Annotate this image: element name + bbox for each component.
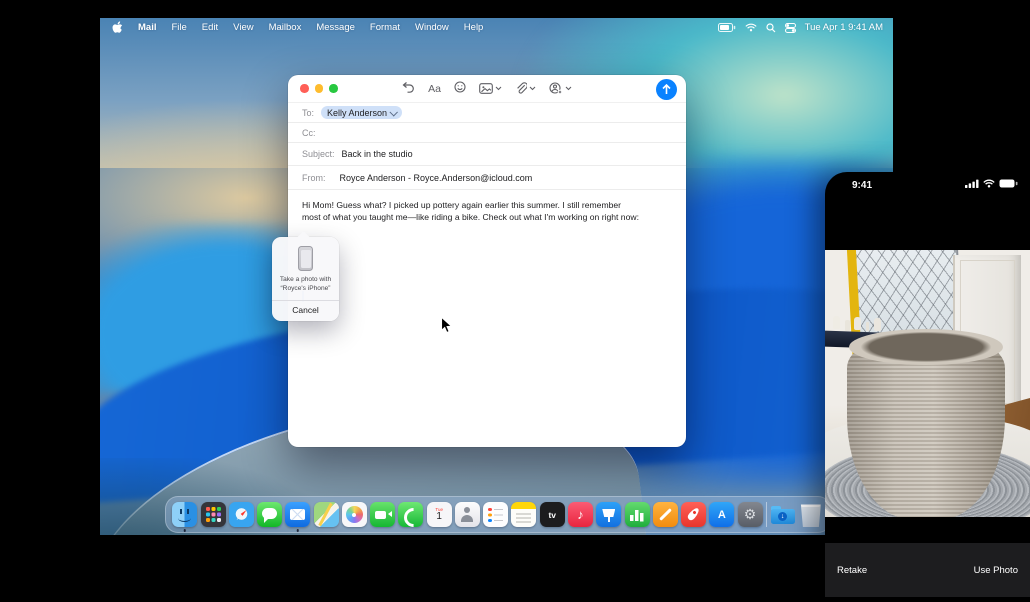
dock: Tue 1 tv ♪ A ⚙ ↓ <box>165 496 831 533</box>
chevron-down-icon <box>565 86 572 91</box>
dock-icon-pages[interactable] <box>653 502 678 527</box>
camera-photo-preview <box>825 250 1030 517</box>
format-text-button[interactable]: Aa <box>428 83 441 95</box>
download-arrow-icon: ↓ <box>778 512 787 521</box>
dock-icon-safari[interactable] <box>229 502 254 527</box>
mouse-cursor <box>440 316 453 340</box>
zoom-window-button[interactable] <box>329 84 338 93</box>
dock-icon-downloads[interactable]: ↓ <box>770 502 795 527</box>
battery-icon <box>999 179 1018 191</box>
dock-icon-games[interactable] <box>681 502 706 527</box>
recipient-token[interactable]: Kelly Anderson <box>321 106 402 119</box>
chevron-down-icon <box>495 86 502 91</box>
menu-item-help[interactable]: Help <box>464 22 484 33</box>
popover-line1: Take a photo with <box>276 276 335 285</box>
appstore-logo-label: A <box>718 509 726 521</box>
dock-icon-settings[interactable]: ⚙ <box>738 502 763 527</box>
insert-from-device-button[interactable] <box>549 82 572 95</box>
to-label: To: <box>302 108 314 118</box>
send-arrow-icon <box>662 84 671 95</box>
photo-browser-button[interactable] <box>479 83 502 94</box>
menu-bar-clock[interactable]: Tue Apr 1 9:41 AM <box>805 22 883 33</box>
subject-field[interactable]: Subject: Back in the studio <box>288 142 686 165</box>
dock-icon-contacts[interactable] <box>455 502 480 527</box>
iphone-device-icon <box>298 246 313 271</box>
wifi-icon <box>983 179 995 191</box>
screenshot-root: { "menu_bar": { "items": ["Mail", "File"… <box>0 0 1030 602</box>
chevron-down-icon <box>529 86 536 91</box>
pottery-vases <box>833 316 840 329</box>
iphone-status-bar: 9:41 <box>825 179 1030 191</box>
dock-icon-tv[interactable]: tv <box>540 502 565 527</box>
cc-label: Cc: <box>302 128 316 138</box>
menu-item-mail[interactable]: Mail <box>138 22 156 33</box>
dock-icon-music[interactable]: ♪ <box>568 502 593 527</box>
dock-icon-messages[interactable] <box>257 502 282 527</box>
dock-icon-facetime[interactable] <box>370 502 395 527</box>
close-window-button[interactable] <box>300 84 309 93</box>
dock-icon-mail[interactable] <box>285 502 310 527</box>
dock-icon-reminders[interactable] <box>483 502 508 527</box>
photo-action-bar: Retake Use Photo <box>825 543 1030 597</box>
from-field[interactable]: From: Royce Anderson - Royce.Anderson@ic… <box>288 165 686 190</box>
menu-item-format[interactable]: Format <box>370 22 400 33</box>
menu-item-message[interactable]: Message <box>316 22 355 33</box>
menu-bar: Mail File Edit View Mailbox Message Form… <box>100 18 893 37</box>
dock-icon-apps[interactable] <box>201 502 226 527</box>
dock-icon-notes[interactable] <box>511 502 536 527</box>
clay-bowl <box>847 332 1005 517</box>
cancel-button[interactable]: Cancel <box>272 301 339 321</box>
recipient-name: Kelly Anderson <box>327 108 387 118</box>
chevron-down-icon <box>390 108 398 116</box>
running-indicator <box>184 529 187 532</box>
to-field[interactable]: To: Kelly Anderson <box>288 102 686 122</box>
send-button[interactable] <box>656 79 677 100</box>
spotlight-search-icon[interactable] <box>766 23 776 33</box>
menu-item-window[interactable]: Window <box>415 22 449 33</box>
undo-icon[interactable] <box>402 80 415 98</box>
attach-file-button[interactable] <box>515 82 536 95</box>
dock-icon-maps[interactable] <box>314 502 339 527</box>
popover-line2: “Royce's iPhone” <box>276 285 335 294</box>
dock-separator <box>766 502 767 527</box>
compose-titlebar[interactable]: Aa <box>288 75 686 102</box>
from-value: Royce Anderson - Royce.Anderson@icloud.c… <box>340 173 533 183</box>
running-indicator <box>297 529 300 532</box>
from-label: From: <box>302 173 326 183</box>
subject-label: Subject: <box>302 149 335 159</box>
iphone-camera-panel: 9:41 Retake Use Photo <box>825 172 1030 602</box>
battery-icon[interactable] <box>718 23 736 32</box>
control-center-icon[interactable] <box>785 23 796 33</box>
gear-icon: ⚙ <box>744 506 757 523</box>
cc-field[interactable]: Cc: <box>288 122 686 142</box>
message-body[interactable]: Hi Mom! Guess what? I picked up pottery … <box>288 190 656 223</box>
take-photo-popover: Take a photo with “Royce's iPhone” Cance… <box>272 237 339 321</box>
dock-icon-phone[interactable] <box>398 502 423 527</box>
cellular-signal-icon <box>965 179 979 191</box>
calendar-day-label: 1 <box>436 512 442 522</box>
music-note-icon: ♪ <box>577 507 584 522</box>
minimize-window-button[interactable] <box>315 84 324 93</box>
mail-compose-window: Aa T <box>288 75 686 447</box>
use-photo-button[interactable]: Use Photo <box>974 565 1018 576</box>
menu-item-file[interactable]: File <box>171 22 186 33</box>
apple-menu-icon[interactable] <box>112 21 123 34</box>
menu-item-view[interactable]: View <box>233 22 253 33</box>
retake-button[interactable]: Retake <box>837 565 867 576</box>
dock-icon-keynote[interactable] <box>596 502 621 527</box>
dock-icon-calendar[interactable]: Tue 1 <box>427 502 452 527</box>
emoji-picker-icon[interactable] <box>454 80 466 98</box>
dock-icon-finder[interactable] <box>172 502 197 527</box>
menu-item-mailbox[interactable]: Mailbox <box>269 22 302 33</box>
iphone-clock: 9:41 <box>852 180 872 191</box>
dock-icon-photos[interactable] <box>342 502 367 527</box>
tv-logo-label: tv <box>548 510 556 520</box>
dock-icon-numbers[interactable] <box>625 502 650 527</box>
dock-icon-appstore[interactable]: A <box>709 502 734 527</box>
mac-desktop: Mail File Edit View Mailbox Message Form… <box>100 18 893 535</box>
menu-item-edit[interactable]: Edit <box>202 22 218 33</box>
dock-icon-trash[interactable] <box>798 502 823 527</box>
wifi-icon[interactable] <box>745 23 757 32</box>
subject-value: Back in the studio <box>342 149 413 159</box>
